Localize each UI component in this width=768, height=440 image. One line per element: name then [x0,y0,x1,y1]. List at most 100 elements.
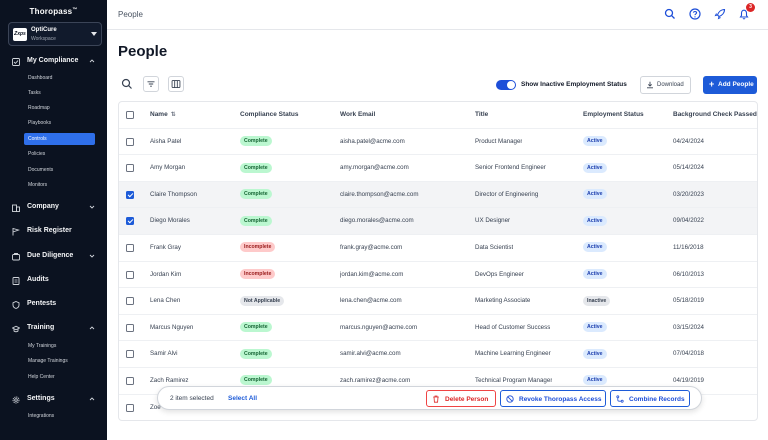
cell-name[interactable]: Diego Morales [150,208,190,234]
cell-title: DevOps Engineer [475,270,524,278]
sidebar-item-tasks[interactable]: Tasks [24,87,95,99]
row-checkbox[interactable] [126,377,134,385]
employment-status-badge: Active [583,215,607,226]
sidebar-section-my-compliance[interactable]: My Compliance [0,55,107,69]
delete-person-button[interactable]: Delete Person [426,390,496,407]
selection-bar: 2 item selected Select All Delete Person… [157,386,702,410]
row-checkbox[interactable] [126,244,134,252]
columns-icon[interactable] [168,76,184,92]
column-header-compliance[interactable]: Compliance Status [240,102,299,128]
sidebar-item-dashboard[interactable]: Dashboard [24,72,95,84]
sidebar-item-integrations[interactable]: Integrations [24,410,95,422]
row-checkbox[interactable] [126,323,134,332]
sidebar-item-manage-trainings[interactable]: Manage Trainings [24,355,95,367]
sidebar-item-my-trainings[interactable]: My Trainings [24,340,95,352]
sidebar-item-help-center[interactable]: Help Center [24,371,95,383]
compliance-icon [12,58,20,66]
column-header-email[interactable]: Work Email [340,102,375,128]
sidebar-section-label: Pentests [27,300,57,307]
select-all-checkbox[interactable] [126,111,134,119]
compliance-status-badge: Incomplete [240,268,276,279]
revoke-access-button[interactable]: Revoke Thoropass Access [500,390,606,407]
row-checkbox[interactable] [126,270,134,279]
table-row[interactable]: Lena Chen Not Applicable lena.chen@acme.co… [119,288,757,315]
column-header-employment[interactable]: Employment Status [583,102,644,128]
sidebar-item-monitors[interactable]: Monitors [24,179,95,191]
sidebar-section-label: Settings [27,395,55,402]
rocket-icon[interactable] [714,8,726,20]
table-row[interactable]: Amy Morgan Complete amy.morgan@acme.com Sen… [119,155,757,182]
table-header: Name ⇅ Compliance Status Work Email Title… [119,102,757,129]
sidebar-item-policies[interactable]: Policies [24,148,95,160]
app-logo[interactable]: Thoropass™ [0,7,107,16]
table-row[interactable]: Diego Morales Complete diego.morales@acme.… [119,208,757,235]
row-checkbox[interactable] [126,297,134,306]
row-checkbox[interactable] [126,403,134,412]
cell-name[interactable]: Jordan Kim [150,262,181,288]
sidebar-item-playbooks[interactable]: Playbooks [24,117,95,129]
row-checkbox[interactable] [126,190,134,199]
download-icon [647,81,653,89]
sidebar-item-label: Controls [28,136,47,142]
breadcrumb: People [118,10,143,19]
block-icon [506,395,514,403]
employment-status-badge: Active [583,348,607,359]
sidebar-section-company[interactable]: Company [0,201,107,215]
help-icon[interactable] [689,8,701,20]
column-header-background-check[interactable]: Background Check Passed [673,102,757,128]
sidebar-section-settings[interactable]: Settings [0,393,107,407]
cell-employment: Active [583,182,607,208]
sidebar-section-training[interactable]: Training [0,322,107,336]
cell-name[interactable]: Samir Alvi [150,341,178,367]
cell-title: Director of Engineering [475,190,539,198]
sidebar-section-due-diligence[interactable]: Due Diligence [0,250,107,264]
cell-name[interactable]: Frank Gray [150,235,181,261]
sidebar-item-controls[interactable]: Controls [24,133,95,145]
table-row[interactable]: Jordan Kim Incomplete jordan.kim@acme.com D… [119,262,757,289]
search-icon[interactable] [119,76,135,92]
sidebar-item-label: My Trainings [28,343,57,349]
cell-background-check: 05/14/2024 [673,164,704,172]
filter-icon[interactable] [143,76,159,92]
row-checkbox[interactable] [126,217,134,226]
cell-name[interactable]: Lena Chen [150,288,180,314]
column-header-title[interactable]: Title [475,102,488,128]
workspace-switcher[interactable]: Zxps OptiCure Workspace [8,22,102,46]
cell-compliance: Complete [240,341,272,367]
sidebar-section-label: Company [27,203,59,210]
cell-name[interactable]: Claire Thompson [150,182,197,208]
sidebar-item-label: Playbooks [28,120,52,126]
row-checkbox[interactable] [126,164,134,173]
row-checkbox[interactable] [126,350,134,359]
add-people-button[interactable]: + Add People [703,76,757,94]
table-row[interactable]: Aisha Patel Complete aisha.patel@acme.com P… [119,129,757,156]
sidebar-item-documents[interactable]: Documents [24,164,95,176]
employment-status-badge: Active [583,268,607,279]
download-button[interactable]: Download [640,76,691,94]
cell-employment: Active [583,129,607,155]
cell-name[interactable]: Marcus Nguyen [150,315,193,341]
column-header-name[interactable]: Name ⇅ [150,102,176,128]
cell-name[interactable]: Amy Morgan [150,155,185,181]
sidebar-section-risk-register[interactable]: Risk Register [0,225,107,239]
caret-down-icon [91,32,97,36]
cell-background-check: 03/20/2023 [673,190,704,198]
workspace-name: OptiCure [31,27,57,33]
combine-records-button[interactable]: Combine Records [610,390,690,407]
select-all-link[interactable]: Select All [228,395,257,402]
row-checkbox[interactable] [126,137,134,146]
sidebar-section-audits[interactable]: Audits [0,274,107,288]
table-row[interactable]: Frank Gray Incomplete frank.gray@acme.com D… [119,235,757,262]
chevron-up-icon [89,326,95,330]
sort-icon[interactable]: ⇅ [171,102,176,128]
table-row[interactable]: Samir Alvi Complete samir.alvi@acme.com Mac… [119,341,757,368]
sidebar-item-label: Integrations [28,413,55,419]
table-row[interactable]: Claire Thompson Complete claire.thompson@a… [119,181,757,209]
show-inactive-toggle[interactable] [496,80,516,90]
table-row[interactable]: Marcus Nguyen Complete marcus.nguyen@acme.… [119,315,757,342]
cell-name[interactable]: Aisha Patel [150,129,181,155]
sidebar-item-roadmap[interactable]: Roadmap [24,102,95,114]
cell-background-check: 03/15/2024 [673,323,704,331]
search-icon[interactable] [664,8,676,20]
sidebar-section-pentests[interactable]: Pentests [0,298,107,312]
